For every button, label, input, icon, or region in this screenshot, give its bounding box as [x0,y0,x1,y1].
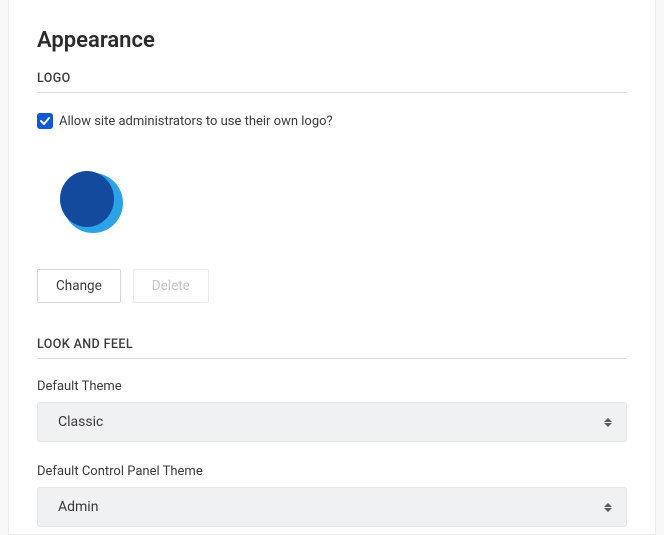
allow-admin-logo-checkbox[interactable] [37,113,53,129]
control-panel-theme-select[interactable]: Admin [37,487,627,527]
change-button[interactable]: Change [37,269,121,303]
allow-admin-logo-label: Allow site administrators to use their o… [59,114,333,129]
appearance-panel: Appearance LOGO Allow site administrator… [8,0,656,535]
select-caret-icon [604,503,612,512]
select-caret-icon [604,418,612,427]
logo-preview [51,161,131,241]
default-theme-field: Default Theme Classic [37,379,627,442]
delete-button[interactable]: Delete [133,269,209,303]
control-panel-theme-field: Default Control Panel Theme Admin [37,464,627,527]
allow-admin-logo-row[interactable]: Allow site administrators to use their o… [37,113,627,129]
default-theme-label: Default Theme [37,379,627,394]
default-theme-select[interactable]: Classic [37,402,627,442]
default-theme-value: Classic [58,414,103,430]
section-heading-logo: LOGO [37,71,627,93]
check-icon [39,115,51,127]
section-heading-look-and-feel: LOOK AND FEEL [37,337,627,359]
control-panel-theme-label: Default Control Panel Theme [37,464,627,479]
control-panel-theme-value: Admin [58,499,98,515]
page-title: Appearance [37,28,627,53]
logo-icon [51,161,131,241]
logo-button-row: Change Delete [37,269,627,303]
